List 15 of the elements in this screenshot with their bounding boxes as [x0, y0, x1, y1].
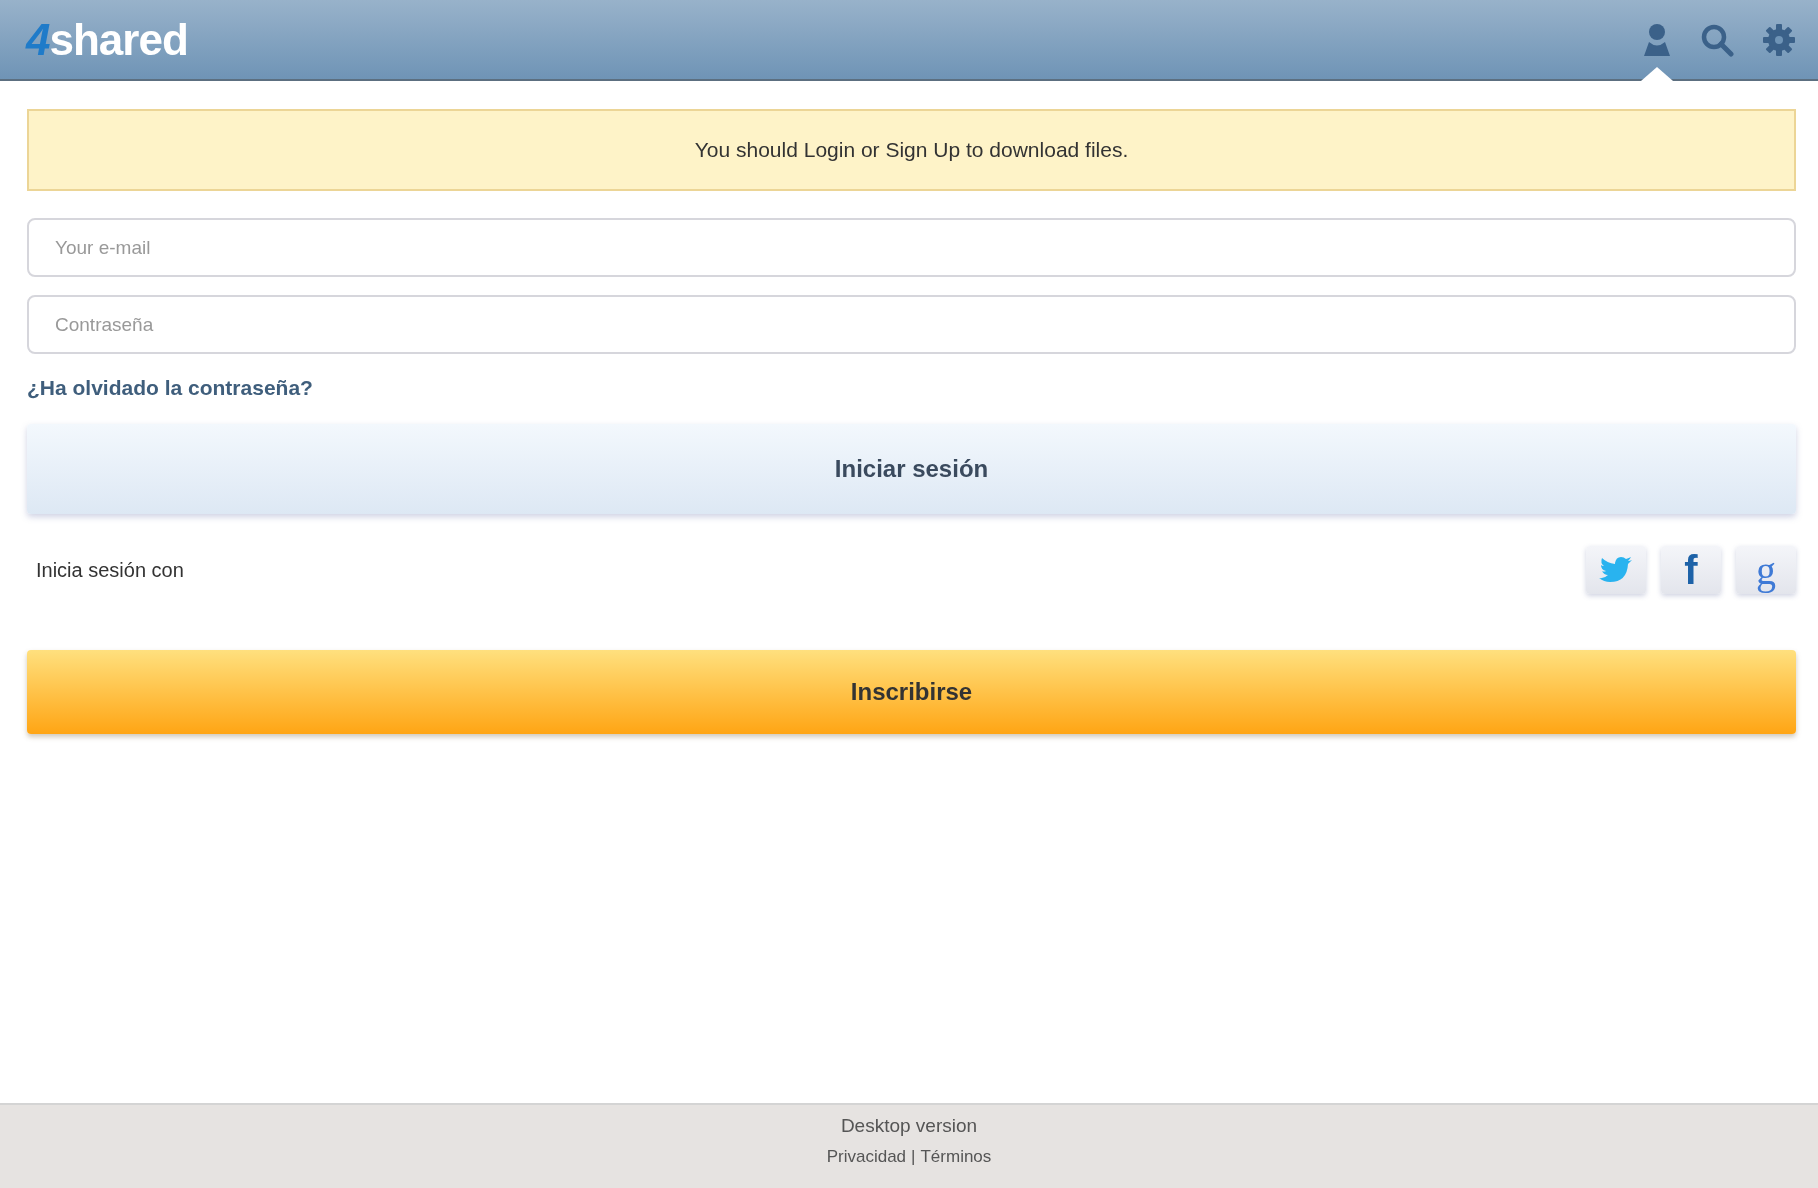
facebook-button[interactable]: f [1661, 546, 1721, 594]
google-button[interactable]: g [1736, 546, 1796, 594]
notice-banner: You should Login or Sign Up to download files. [27, 109, 1796, 191]
footer-link[interactable]: Privacidad [826, 1147, 907, 1167]
login-button[interactable]: Iniciar sesión [27, 424, 1796, 514]
social-login-label: Inicia sesión con [35, 558, 184, 582]
email-field[interactable]: Your e-mail [27, 218, 1796, 277]
separator: | [911, 1147, 916, 1167]
desktop-version-link[interactable]: Desktop version [840, 1115, 978, 1137]
signup-button[interactable]: Inscribirse [27, 650, 1796, 734]
password-field[interactable]: Contraseña [27, 295, 1796, 354]
forgot-password-link[interactable]: ¿Ha olvidado la contraseña? [27, 376, 313, 400]
bird-icon [1599, 556, 1633, 584]
footer-link[interactable]: Términos [920, 1147, 992, 1167]
bird-button[interactable] [1586, 546, 1646, 594]
